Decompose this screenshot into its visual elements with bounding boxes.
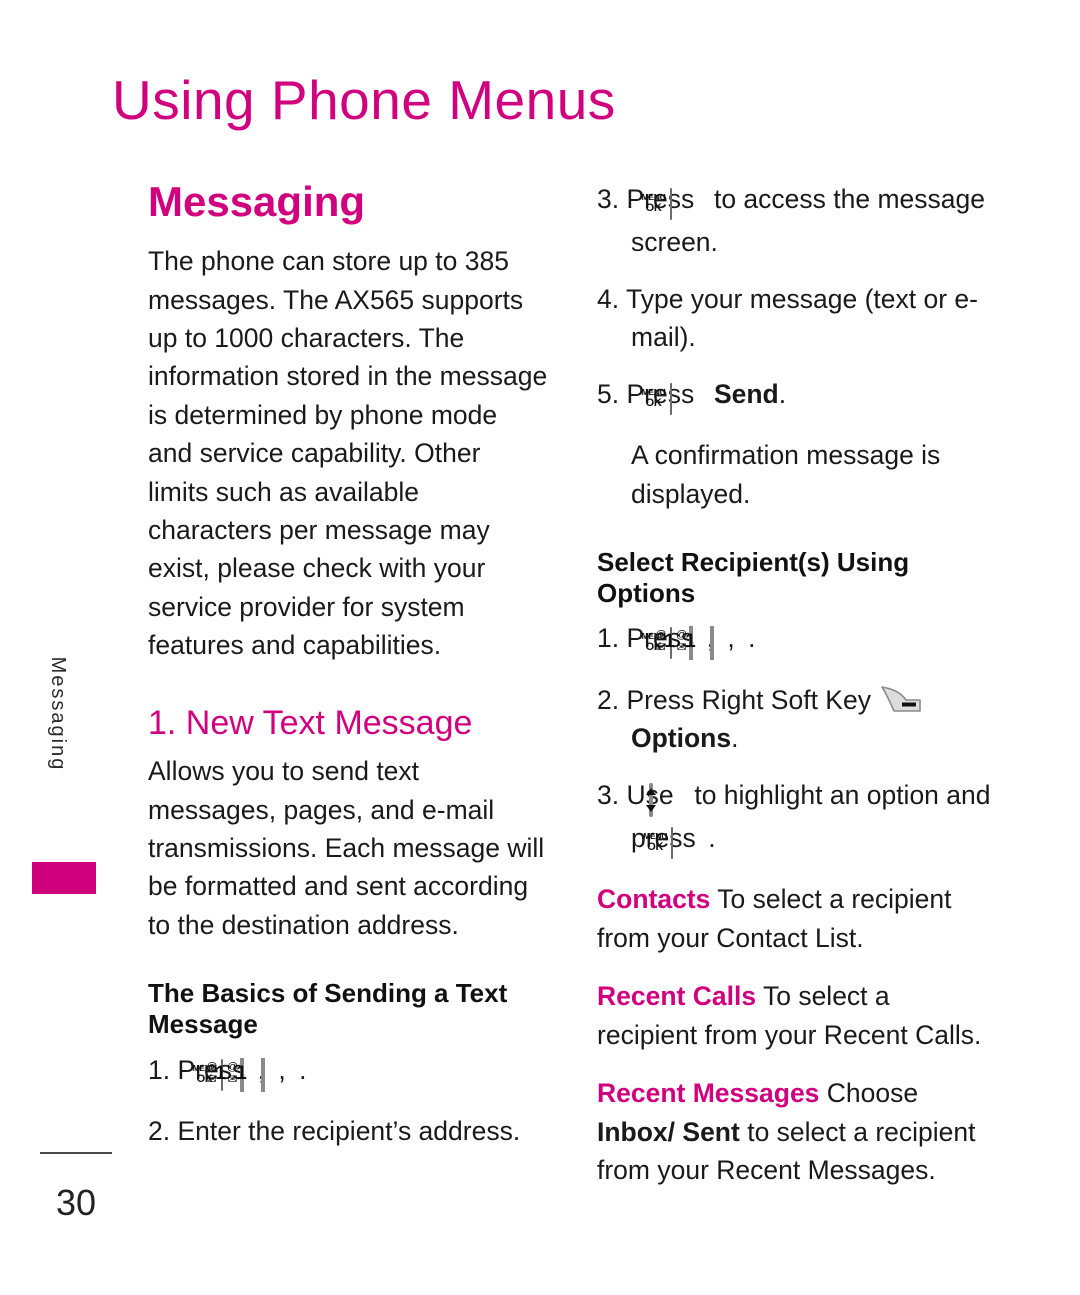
term-recent-messages-inbox-sent: Inbox/ Sent [597, 1116, 740, 1147]
footer-divider [40, 1152, 112, 1154]
page-title: Using Phone Menus [112, 69, 616, 131]
number-one-key-icon: 1 @ ✉ [655, 624, 725, 662]
arrow-up-icon [645, 787, 656, 795]
term-contacts: Contacts To select a recipient from your… [597, 880, 997, 957]
options-step-1-comma-2: , [727, 623, 735, 654]
options-step-3-prefix: 3. Use [597, 779, 674, 810]
arrow-down-icon [645, 804, 656, 812]
side-tab-color-block [32, 862, 96, 894]
right-soft-key-icon [880, 684, 922, 714]
envelope-icon: ✉ [227, 1071, 238, 1086]
new-text-message-description: Allows you to send text messages, pages,… [148, 756, 545, 940]
options-step-1: 1. Press MENU OK , 1 @ ✉ , 1 @ ✉ [597, 619, 997, 662]
left-column: Messaging The phone can store up to 385 … [148, 178, 548, 1168]
term-recent-calls: Recent Calls To select a recipient from … [597, 977, 997, 1054]
options-step-3: 3. Use to highlight an option and press … [597, 776, 997, 863]
options-step-2-options-label: Options [631, 723, 732, 754]
section-heading-messaging: Messaging [148, 178, 366, 225]
select-recipients-heading: Select Recipient(s) Using Options [597, 546, 910, 609]
basics-step-1-period: . [299, 1054, 307, 1085]
basics-step-2: 2. Enter the recipient’s address. [148, 1116, 521, 1147]
envelope-icon: ✉ [676, 640, 687, 655]
options-step-2-prefix: 2. Press Right Soft Key [597, 684, 871, 715]
side-tab: Messaging [47, 657, 86, 864]
options-step-2: 2. Press Right Soft Key Options. [597, 681, 997, 758]
menu-ok-key-icon: MENU OK [642, 380, 705, 418]
term-recent-messages-label: Recent Messages [597, 1078, 820, 1109]
options-step-1-period: . [748, 623, 756, 654]
subsection-heading-new-text-message: 1. New Text Message [148, 703, 473, 742]
menu-ok-key-icon: MENU OK [642, 185, 705, 223]
basics-step-5-send-label: Send [713, 378, 779, 409]
basics-step-1-comma-2: , [278, 1054, 286, 1085]
options-step-3-period: . [708, 823, 716, 854]
at-symbol-icon: @ [675, 629, 688, 642]
basics-step-1: 1. Press MENU OK , 1 @ ✉ , 1 @ ✉ [148, 1051, 548, 1094]
messaging-intro-paragraph: The phone can store up to 385 messages. … [148, 246, 548, 661]
basics-step-5-period: . [778, 378, 787, 409]
term-recent-messages: Recent Messages Choose Inbox/ Sent to se… [597, 1074, 997, 1189]
term-recent-messages-text-before: Choose [826, 1078, 919, 1109]
basics-step-5: 5. Press MENU OK Send. [597, 375, 997, 418]
options-step-2-period: . [731, 723, 739, 754]
number-one-key-icon: 1 @ ✉ [206, 1056, 276, 1094]
right-column: 3. Press MENU OK to access the message s… [597, 180, 997, 1209]
menu-ok-key-icon: MENU OK [643, 824, 706, 862]
term-recent-calls-label: Recent Calls [597, 981, 757, 1012]
navigation-up-down-key-icon [645, 781, 685, 819]
confirmation-note: A confirmation message is displayed. [631, 440, 941, 509]
basics-step-4: 4. Type your message (text or e-mail). [597, 283, 978, 353]
at-symbol-icon: @ [226, 1060, 239, 1073]
side-tab-label: Messaging [47, 656, 69, 772]
page-number: 30 [56, 1182, 97, 1223]
basics-step-3: 3. Press MENU OK to access the message s… [597, 180, 997, 262]
term-contacts-label: Contacts [597, 884, 711, 915]
number-one-key-icon: 1 @ ✉ [676, 624, 746, 662]
basics-heading: The Basics of Sending a Text Message [148, 978, 508, 1040]
number-one-key-icon: 1 @ ✉ [227, 1056, 297, 1094]
